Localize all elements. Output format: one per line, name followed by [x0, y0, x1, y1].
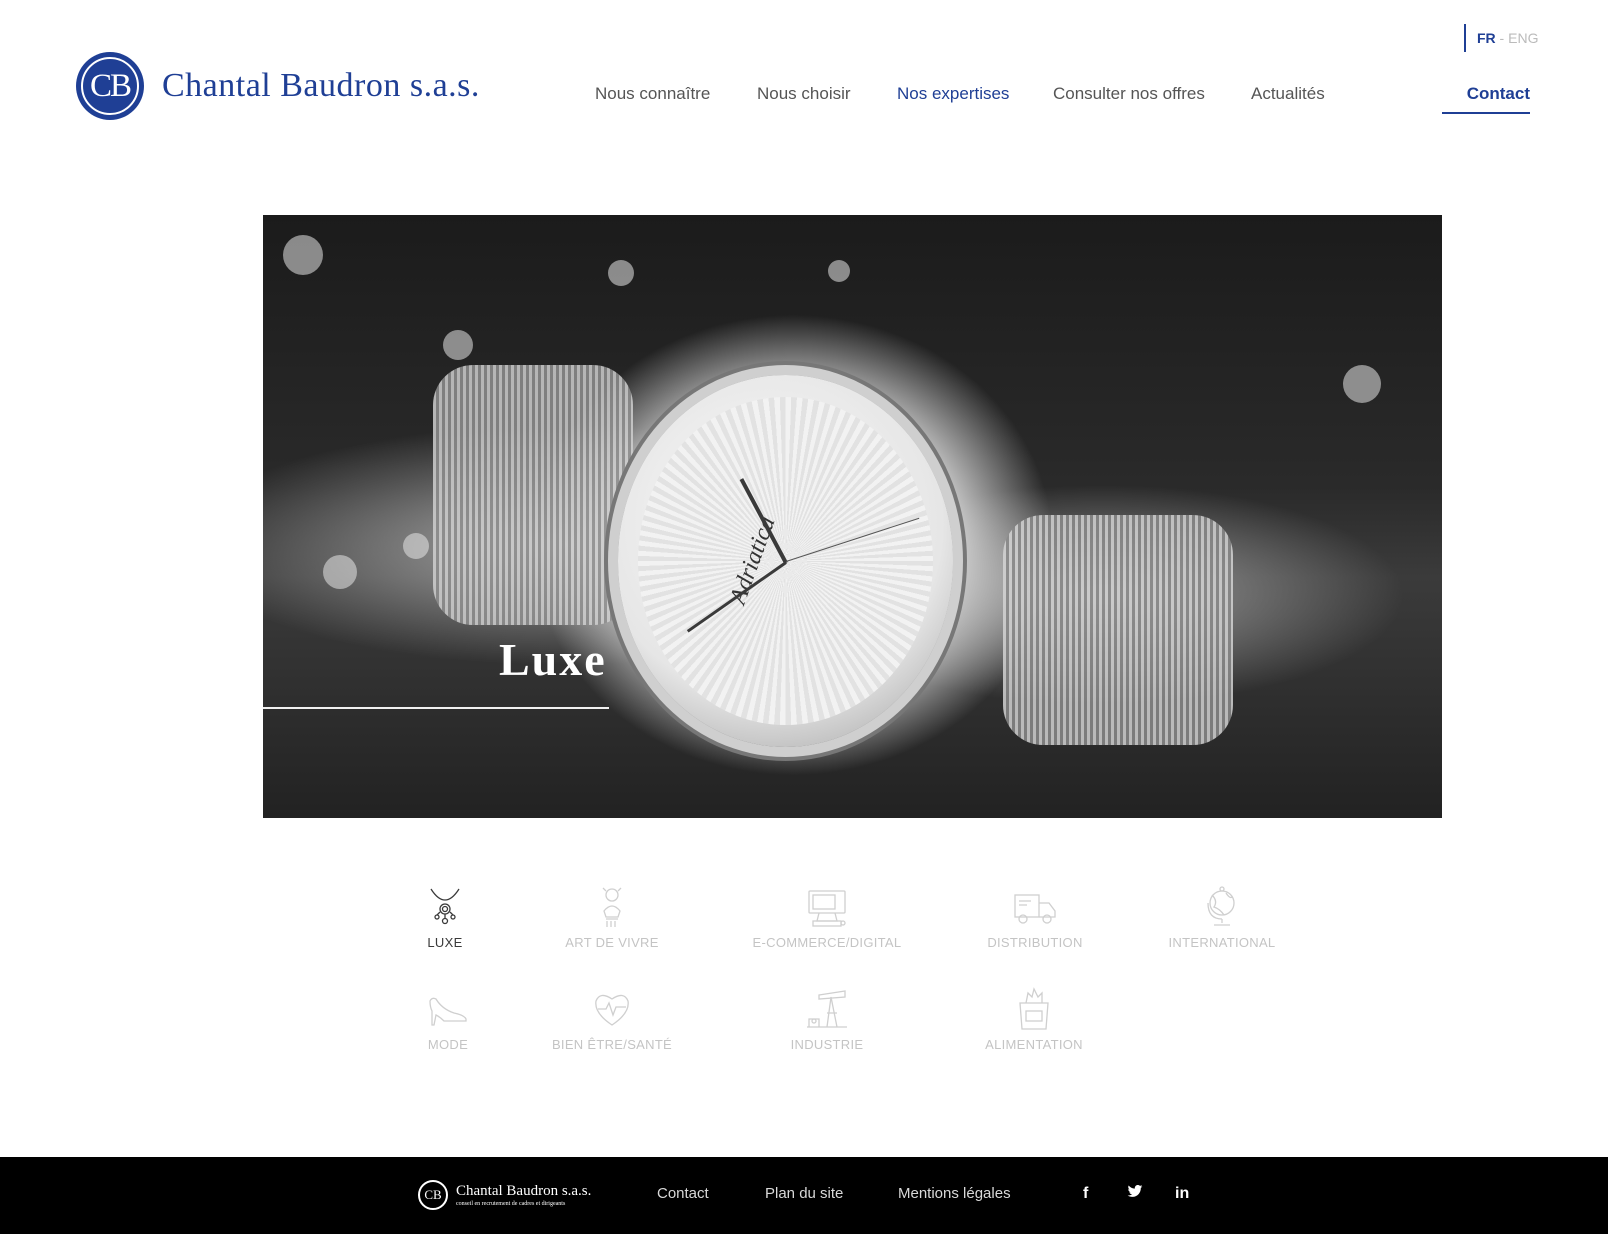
globe-icon [1207, 886, 1235, 926]
category-label: ALIMENTATION [985, 1037, 1083, 1052]
footer-tagline: conseil en recrutement de cadres et diri… [456, 1200, 566, 1207]
category-industrie[interactable]: INDUSTRIE [737, 987, 917, 1052]
category-alimentation[interactable]: ALIMENTATION [944, 987, 1124, 1052]
computer-icon [808, 890, 846, 927]
category-label: MODE [427, 1037, 469, 1052]
footer-link-contact[interactable]: Contact [657, 1185, 709, 1202]
logo-text: Chantal Baudron s.a.s. [162, 67, 480, 104]
logo-badge: CB [76, 52, 144, 120]
footer-logo-badge: CB [418, 1180, 448, 1210]
lang-fr[interactable]: FR [1477, 30, 1496, 46]
hero-banner: Adriatica Luxe [263, 215, 1442, 818]
category-international[interactable]: INTERNATIONAL [1132, 885, 1312, 950]
category-distribution[interactable]: DISTRIBUTION [945, 885, 1125, 950]
nav-nos-expertises[interactable]: Nos expertises [897, 84, 1009, 104]
category-luxe[interactable]: LUXE [355, 885, 535, 950]
category-label: E-COMMERCE/DIGITAL [752, 935, 902, 950]
hero-title: Luxe [499, 634, 607, 685]
category-mode[interactable]: MODE [358, 987, 538, 1052]
high-heel-icon [429, 997, 467, 1026]
category-label: LUXE [427, 935, 463, 950]
linkedin-icon[interactable]: in [1175, 1185, 1189, 1203]
footer: CB Chantal Baudron s.a.s. conseil en rec… [0, 1157, 1608, 1234]
facebook-icon[interactable]: f [1083, 1185, 1088, 1203]
category-e-commerce-digital[interactable]: E-COMMERCE/DIGITAL [737, 885, 917, 950]
category-label: BIEN ÊTRE/SANTÉ [551, 1037, 673, 1052]
truck-icon [1014, 894, 1056, 924]
watch-band-left [433, 365, 633, 625]
hero-divider [263, 707, 609, 709]
watch-band-right [1003, 515, 1233, 745]
nav-actualites[interactable]: Actualités [1251, 84, 1325, 104]
heart-pulse-icon [595, 994, 629, 1026]
category-label: INDUSTRIE [790, 1037, 864, 1052]
lang-eng[interactable]: ENG [1508, 30, 1538, 46]
category-art-de-vivre[interactable]: ART DE VIVRE [522, 885, 702, 950]
category-label: DISTRIBUTION [987, 935, 1083, 950]
watch-image: Adriatica [618, 375, 953, 747]
footer-link-plan-du-site[interactable]: Plan du site [765, 1185, 843, 1202]
category-label: ART DE VIVRE [565, 935, 659, 950]
brand-logo[interactable]: CB Chantal Baudron s.a.s. [76, 52, 480, 120]
nav-consulter-nos-offres[interactable]: Consulter nos offres [1053, 84, 1205, 104]
footer-brand-name: Chantal Baudron s.a.s. [456, 1182, 592, 1199]
category-bien-etre-sante[interactable]: BIEN ÊTRE/SANTÉ [522, 987, 702, 1052]
nav-nous-choisir[interactable]: Nous choisir [757, 84, 851, 104]
necklace-icon [430, 888, 460, 925]
language-switcher: FR - ENG [1464, 24, 1538, 52]
grocery-bag-icon [1019, 987, 1049, 1030]
oil-pump-icon [807, 990, 847, 1028]
category-label: INTERNATIONAL [1168, 935, 1276, 950]
watch-brand: Adriatica [725, 513, 781, 608]
twitter-icon[interactable] [1127, 1183, 1143, 1204]
art-bust-icon [602, 887, 622, 927]
nav-nous-connaitre[interactable]: Nous connaître [595, 84, 710, 104]
contact-button[interactable]: Contact [1442, 84, 1530, 114]
footer-link-mentions-legales[interactable]: Mentions légales [898, 1185, 1011, 1202]
footer-logo[interactable]: CB Chantal Baudron s.a.s. conseil en rec… [418, 1180, 591, 1210]
